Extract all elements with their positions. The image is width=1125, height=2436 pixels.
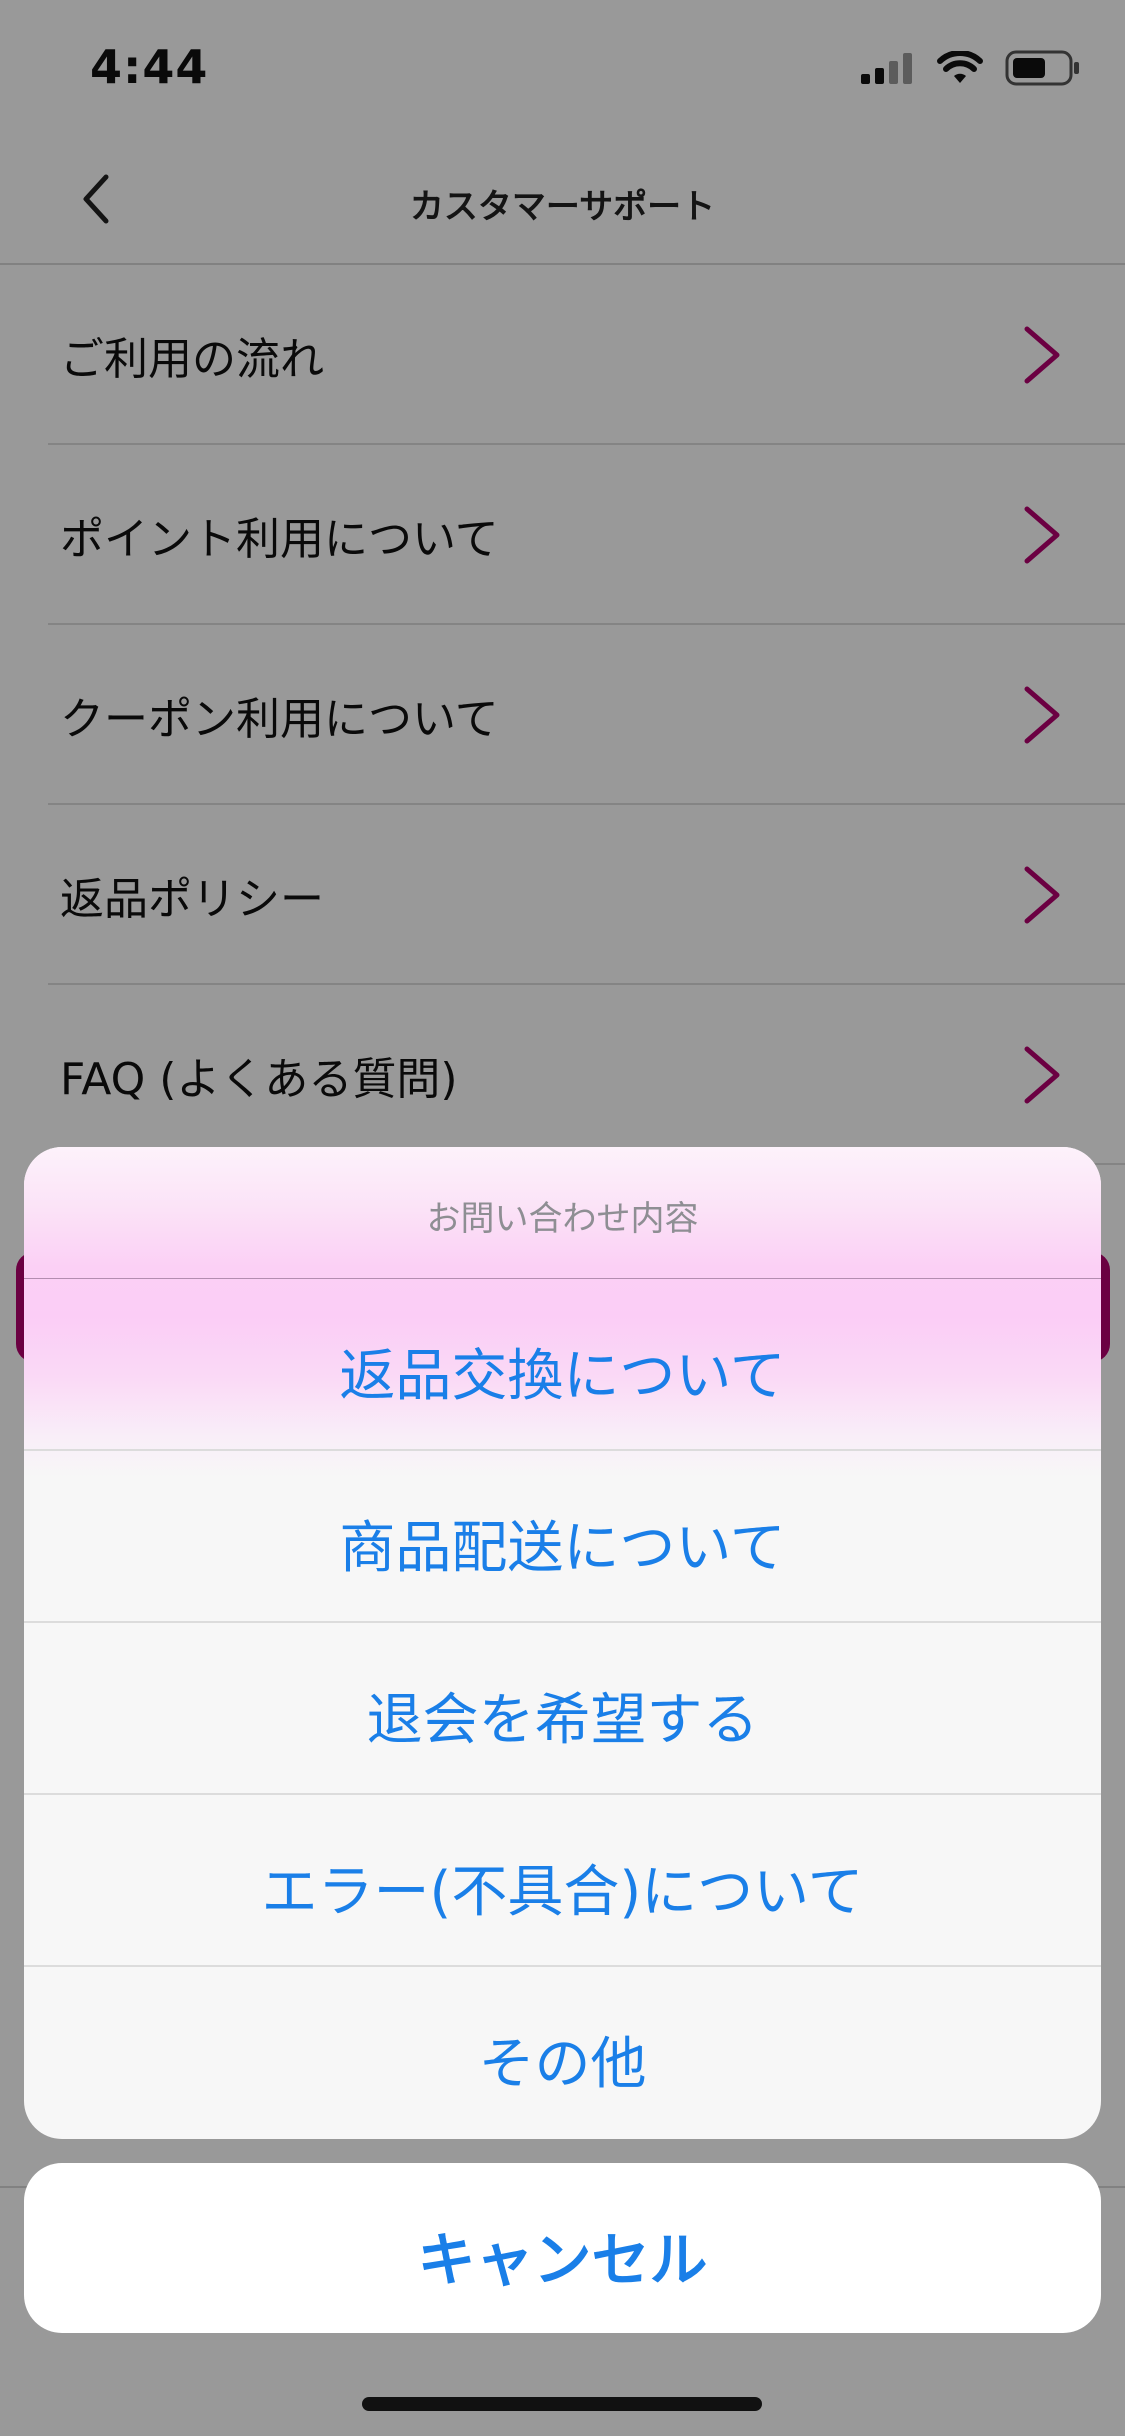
cancel-label: キャンセル — [417, 2226, 708, 2294]
action-sheet: お問い合わせ内容 返品交換について 商品配送について 退会を希望する エラー(不… — [24, 1147, 1101, 2139]
action-sheet-header: お問い合わせ内容 — [24, 1147, 1101, 1279]
option-other[interactable]: その他 — [24, 1967, 1101, 2139]
option-label: その他 — [478, 2032, 647, 2097]
option-label: 商品配送について — [339, 1516, 786, 1581]
option-label: エラー(不具合)について — [261, 1860, 864, 1925]
option-label: 返品交換について — [339, 1344, 786, 1409]
home-indicator[interactable] — [362, 2397, 762, 2411]
action-sheet-title: お問い合わせ内容 — [426, 1199, 699, 1239]
option-error-report[interactable]: エラー(不具合)について — [24, 1795, 1101, 1967]
option-shipping[interactable]: 商品配送について — [24, 1451, 1101, 1623]
screen: 4:44 カスタマーサポート ご利用の流れ ポイント利用について クーポン利用に… — [0, 0, 1125, 2436]
option-label: 退会を希望する — [366, 1688, 759, 1753]
option-return-exchange[interactable]: 返品交換について — [24, 1279, 1101, 1451]
cancel-button[interactable]: キャンセル — [24, 2163, 1101, 2333]
option-withdraw-membership[interactable]: 退会を希望する — [24, 1623, 1101, 1795]
